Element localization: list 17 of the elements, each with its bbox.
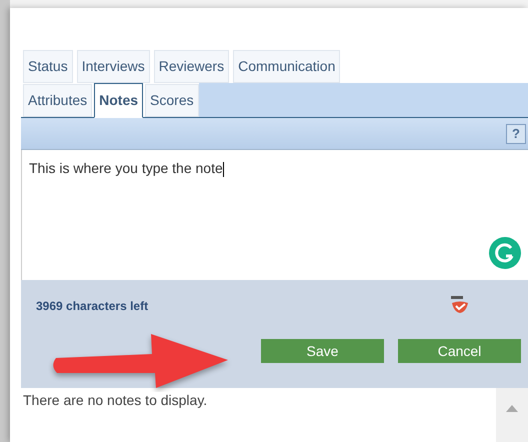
cancel-button[interactable]: Cancel — [398, 339, 521, 363]
tab[interactable]: Notes — [94, 83, 144, 118]
grammar-icon[interactable] — [488, 236, 522, 270]
tab[interactable]: Status — [23, 50, 73, 83]
tab[interactable]: Reviewers — [154, 50, 230, 83]
character-count: 3969 characters left — [36, 298, 148, 315]
scroll-up-icon[interactable] — [506, 404, 518, 412]
save-button[interactable]: Save — [261, 339, 384, 363]
spellcheck-icon[interactable] — [449, 294, 471, 316]
tab[interactable]: Attributes — [23, 84, 92, 117]
note-field[interactable]: This is where you type the note — [21, 150, 528, 280]
help-button[interactable]: ? — [506, 124, 526, 144]
scrollbar[interactable] — [496, 388, 528, 442]
tab[interactable]: Interviews — [76, 50, 150, 83]
tab[interactable]: Scores — [145, 84, 199, 117]
empty-message: There are no notes to display. — [22, 391, 208, 410]
tab[interactable]: Communication — [233, 50, 340, 83]
